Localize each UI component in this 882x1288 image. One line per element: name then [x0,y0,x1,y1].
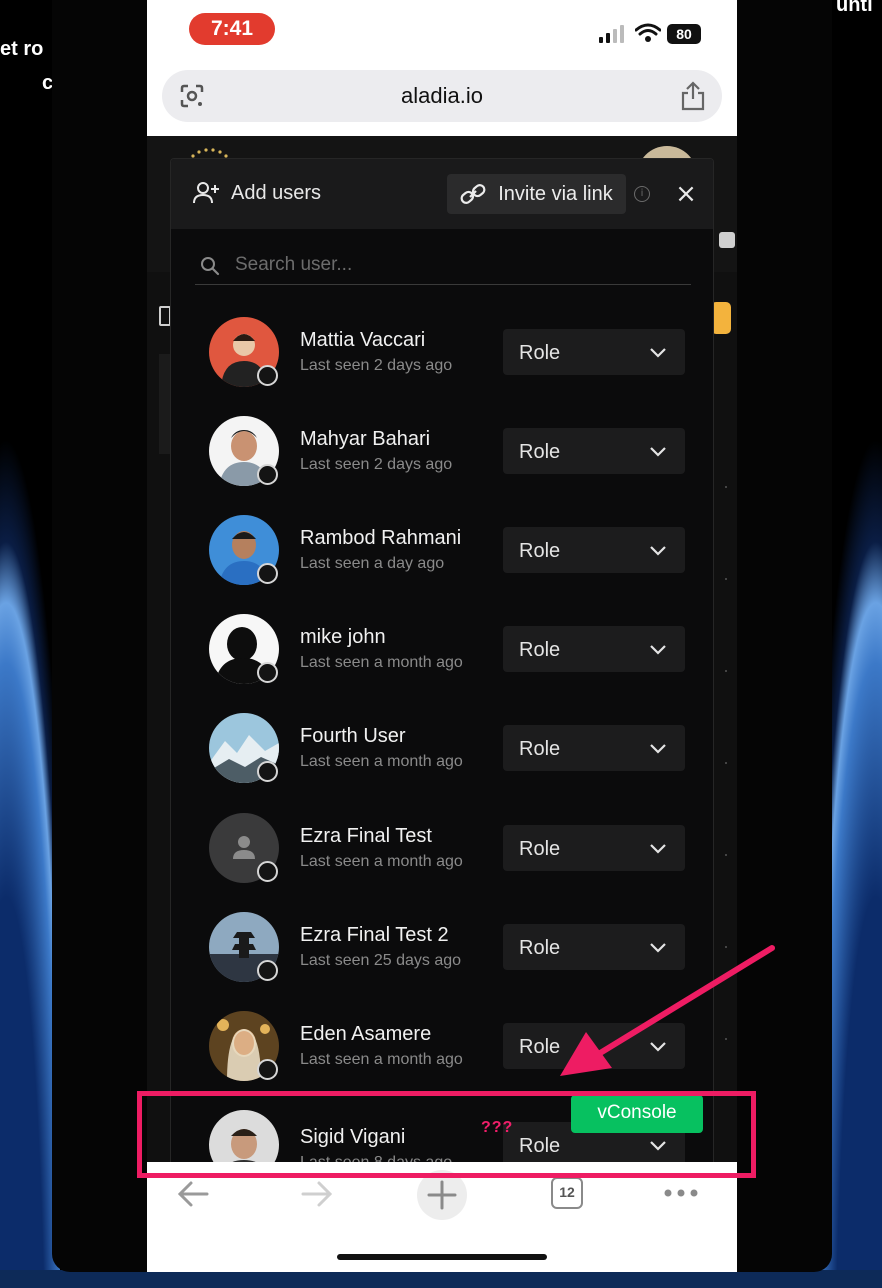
role-label: Role [519,838,561,860]
presence-indicator [257,960,278,981]
add-user-icon [193,182,219,204]
user-name: Ezra Final Test [300,825,432,847]
user-name: Mattia Vaccari [300,329,426,351]
modal-header: Add users Invite via link i × [171,159,713,229]
close-button[interactable]: × [671,179,701,209]
last-seen: Last seen 2 days ago [300,456,453,473]
user-row: Mattia Vaccari Last seen 2 days ago Role [171,317,713,407]
presence-indicator [257,365,278,386]
role-dropdown[interactable]: Role [503,725,685,771]
presence-indicator [257,761,278,782]
browser-toolbar: 12 [147,1162,737,1272]
user-name: mike john [300,626,386,648]
tabs-button[interactable]: 12 [551,1177,583,1209]
invite-label: Invite via link [498,182,613,205]
user-row: Mahyar Bahari Last seen 2 days ago Role [171,416,713,506]
more-icon[interactable] [663,1188,699,1198]
info-icon[interactable]: i [634,186,650,202]
invite-via-link-button[interactable]: Invite via link [447,174,626,214]
presence-indicator [257,1059,278,1080]
home-indicator [337,1254,547,1260]
chevron-down-icon [650,844,666,854]
role-label: Role [519,639,561,661]
user-row: Fourth User Last seen a month ago Role [171,713,713,803]
presence-indicator [257,563,278,584]
user-row: Rambod Rahmani Last seen a day ago Role [171,515,713,605]
highlight-box [137,1091,756,1178]
last-seen: Last seen 25 days ago [300,952,462,969]
role-dropdown[interactable]: Role [503,428,685,474]
role-label: Role [519,342,561,364]
user-name: Fourth User [300,725,406,747]
link-icon [460,184,486,204]
role-label: Role [519,738,561,760]
calendar-icon [719,232,735,248]
user-name: Mahyar Bahari [300,428,431,450]
presence-indicator [257,861,278,882]
role-label: Role [519,540,561,562]
chevron-down-icon [650,645,666,655]
address-bar[interactable]: aladia.io [162,70,722,122]
role-dropdown[interactable]: Role [503,626,685,672]
signal-icon [599,25,624,43]
back-icon[interactable] [175,1178,211,1210]
role-dropdown[interactable]: Role [503,329,685,375]
battery-icon: 80 [667,24,701,44]
annotation-arrow [560,945,775,1076]
last-seen: Last seen a month ago [300,654,463,671]
side-text-left: et ro [0,38,44,60]
search-icon [201,257,220,276]
status-icons: 80 [599,22,709,46]
forward-icon[interactable] [299,1178,335,1210]
chevron-down-icon [650,348,666,358]
search-box [195,247,691,285]
url-text[interactable]: aladia.io [162,83,722,109]
side-text-right: unti [836,0,873,16]
phone-screen: 7:41 80 aladia.io Add users Invite via l… [147,0,737,1272]
role-dropdown[interactable]: Role [503,825,685,871]
last-seen: Last seen a month ago [300,853,463,870]
user-row: mike john Last seen a month ago Role [171,614,713,704]
presence-indicator [257,662,278,683]
last-seen: Last seen a day ago [300,555,445,572]
user-row: Ezra Final Test Last seen a month ago Ro… [171,813,713,903]
chevron-down-icon [650,744,666,754]
presence-indicator [257,464,278,485]
user-name: Rambod Rahmani [300,527,462,549]
last-seen: Last seen 2 days ago [300,357,453,374]
role-label: Role [519,441,561,463]
role-dropdown[interactable]: Role [503,527,685,573]
background-action-button [711,302,731,334]
share-icon[interactable] [680,81,706,111]
user-name: Eden Asamere [300,1023,432,1045]
status-time: 7:41 [189,13,275,45]
chevron-down-icon [650,546,666,556]
modal-title: Add users [231,181,322,204]
last-seen: Last seen a month ago [300,753,463,770]
add-users-title: Add users [193,181,321,205]
wifi-icon [635,23,661,42]
search-input[interactable] [235,251,675,279]
user-name: Ezra Final Test 2 [300,924,449,946]
status-bar: 7:41 80 [147,0,737,62]
chevron-down-icon [650,447,666,457]
last-seen: Last seen a month ago [300,1051,463,1068]
